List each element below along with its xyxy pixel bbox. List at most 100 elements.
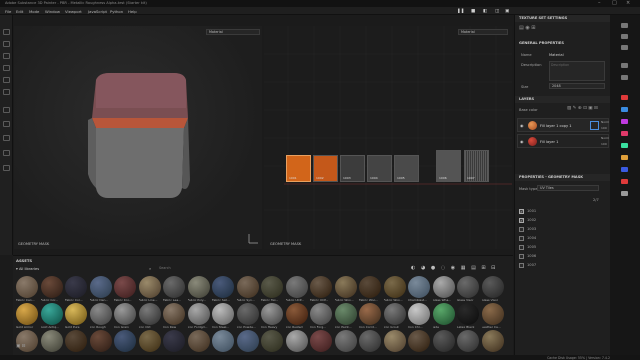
app-icon-red[interactable] xyxy=(621,95,628,100)
layer-opacity[interactable]: 100 xyxy=(601,142,607,146)
material-thumbnail[interactable] xyxy=(408,276,430,298)
material-thumbnail[interactable] xyxy=(65,276,87,298)
uv-tile-checkbox-row[interactable]: 1006 xyxy=(519,253,579,260)
material-thumbnail[interactable] xyxy=(359,303,381,325)
material-thumbnail[interactable] xyxy=(89,276,112,298)
uv-tile-checkbox-row[interactable]: ✓ 1001 xyxy=(519,208,579,215)
layer-row[interactable]: ◉ Fill layer 1 Norm 100 xyxy=(517,134,609,148)
menu-file[interactable]: File xyxy=(5,9,11,14)
material-thumbnail[interactable] xyxy=(383,303,406,325)
tile-checkbox[interactable] xyxy=(519,227,524,232)
app-icon-indigo[interactable] xyxy=(621,167,628,172)
material-thumbnail[interactable] xyxy=(383,330,406,352)
layer-name[interactable]: Fill layer 1 xyxy=(540,140,558,144)
material-thumbnail[interactable] xyxy=(40,276,63,298)
mask-type-dropdown[interactable]: UV Tiles xyxy=(537,185,599,191)
material-thumbnail[interactable] xyxy=(89,330,112,352)
shelf-icon[interactable] xyxy=(3,165,10,171)
material-thumbnail[interactable] xyxy=(40,303,63,325)
material-thumbnail[interactable] xyxy=(187,276,210,298)
visibility-icon[interactable]: ◉ xyxy=(520,123,524,128)
material-thumbnail[interactable] xyxy=(40,330,63,352)
tile-checkbox[interactable]: ✓ xyxy=(519,209,524,214)
material-thumbnail[interactable] xyxy=(408,303,430,325)
texture-set-icon[interactable] xyxy=(621,34,628,39)
uv-tile-checkbox-row[interactable]: 1004 xyxy=(519,235,579,242)
material-thumbnail[interactable] xyxy=(65,303,87,325)
clone-icon[interactable] xyxy=(3,89,10,95)
eraser-icon[interactable] xyxy=(3,41,10,47)
assets-footer-icons[interactable]: ▣ ⊟ xyxy=(16,344,25,349)
search-icon[interactable]: ⌕ xyxy=(149,266,151,271)
viewport-2d[interactable]: Material GEOMETRY MASK xyxy=(264,26,512,249)
app-icon-red-2[interactable] xyxy=(621,179,628,184)
uv-tile[interactable]: 1006 xyxy=(436,150,461,182)
geometry-fill-icon[interactable] xyxy=(3,65,10,71)
menu-python[interactable]: Python xyxy=(110,9,123,14)
minimize-icon[interactable]: – xyxy=(598,0,601,6)
material-thumbnail[interactable] xyxy=(481,276,504,298)
material-thumbnail[interactable] xyxy=(187,330,210,352)
material-thumbnail[interactable] xyxy=(408,330,430,352)
material-thumbnail[interactable] xyxy=(187,303,210,325)
render-icon[interactable]: ◫ xyxy=(495,9,499,14)
stop-icon[interactable]: ■ xyxy=(471,9,475,14)
polygon-fill-icon[interactable] xyxy=(3,121,10,127)
tile-checkbox[interactable]: ✓ xyxy=(519,218,524,223)
material-thumbnail[interactable] xyxy=(89,303,112,325)
material-thumbnail[interactable] xyxy=(138,303,161,325)
material-thumbnail[interactable] xyxy=(359,276,381,298)
material-thumbnail[interactable] xyxy=(114,276,136,298)
material-thumbnail[interactable] xyxy=(236,276,259,298)
camera-icon[interactable]: ◧ xyxy=(483,9,487,14)
layers-panel-icon[interactable] xyxy=(621,23,628,28)
layer-tools-icons[interactable]: ▨ ✎ ⊕ ⊡ ▣ ⊟ xyxy=(567,106,598,111)
app-icon-orange[interactable] xyxy=(621,155,628,160)
layer-opacity[interactable]: 100 xyxy=(601,126,607,130)
viewport-3d-material-dropdown[interactable]: Material xyxy=(206,29,260,35)
uv-tile-checkbox-row[interactable]: 1003 xyxy=(519,226,579,233)
material-thumbnail[interactable] xyxy=(310,276,332,298)
viewport-2d-material-dropdown[interactable]: Material xyxy=(458,29,508,35)
material-thumbnail[interactable] xyxy=(359,330,381,352)
uv-tile-checkbox-row[interactable]: 1007 xyxy=(519,262,579,269)
material-thumbnail[interactable] xyxy=(334,276,357,298)
uv-tile[interactable]: 1004 xyxy=(367,155,392,182)
material-thumbnail[interactable] xyxy=(310,330,332,352)
history-icon[interactable] xyxy=(621,63,628,68)
material-thumbnail[interactable] xyxy=(285,330,308,352)
material-thumbnail[interactable] xyxy=(310,303,332,325)
projection-icon[interactable] xyxy=(3,53,10,59)
material-thumbnail[interactable] xyxy=(457,276,479,298)
layer-mask-thumbnail[interactable] xyxy=(590,121,599,130)
tile-checkbox[interactable] xyxy=(519,236,524,241)
material-thumbnail[interactable] xyxy=(163,303,185,325)
material-thumbnail[interactable] xyxy=(334,303,357,325)
layer-blend[interactable]: Norm xyxy=(601,120,609,124)
menu-help[interactable]: Help xyxy=(128,9,137,14)
uv-tile[interactable]: 1005 xyxy=(394,155,419,182)
size-dropdown[interactable]: 2048 xyxy=(549,83,605,89)
app-icon-green[interactable] xyxy=(621,143,628,148)
material-thumbnail[interactable] xyxy=(432,303,455,325)
visibility-icon[interactable]: ◉ xyxy=(520,139,524,144)
material-thumbnail[interactable] xyxy=(114,330,136,352)
material-thumbnail[interactable] xyxy=(261,330,283,352)
channel-label[interactable]: Base color xyxy=(519,108,538,112)
menu-edit[interactable]: Edit xyxy=(16,9,23,14)
material-thumbnail[interactable] xyxy=(212,276,234,298)
search-input[interactable]: Search xyxy=(159,266,289,272)
color-picker-icon[interactable] xyxy=(3,107,10,113)
uv-tile-checkbox-row[interactable]: 1005 xyxy=(519,244,579,251)
layout-icon[interactable]: ▣ xyxy=(505,9,509,14)
menu-mode[interactable]: Mode xyxy=(29,9,39,14)
app-icon-gray[interactable] xyxy=(621,191,628,196)
name-value[interactable]: Material xyxy=(549,53,564,57)
material-thumbnail[interactable] xyxy=(457,303,479,325)
library-selector[interactable]: ▾ All libraries xyxy=(16,267,39,271)
smudge-icon[interactable] xyxy=(3,77,10,83)
material-thumbnail[interactable] xyxy=(236,330,259,352)
bake-icon[interactable] xyxy=(3,135,10,141)
settings-tab-icons[interactable]: ▤ ◉ ⊞ xyxy=(519,25,535,31)
uv-tile[interactable]: 1001 xyxy=(286,155,311,182)
